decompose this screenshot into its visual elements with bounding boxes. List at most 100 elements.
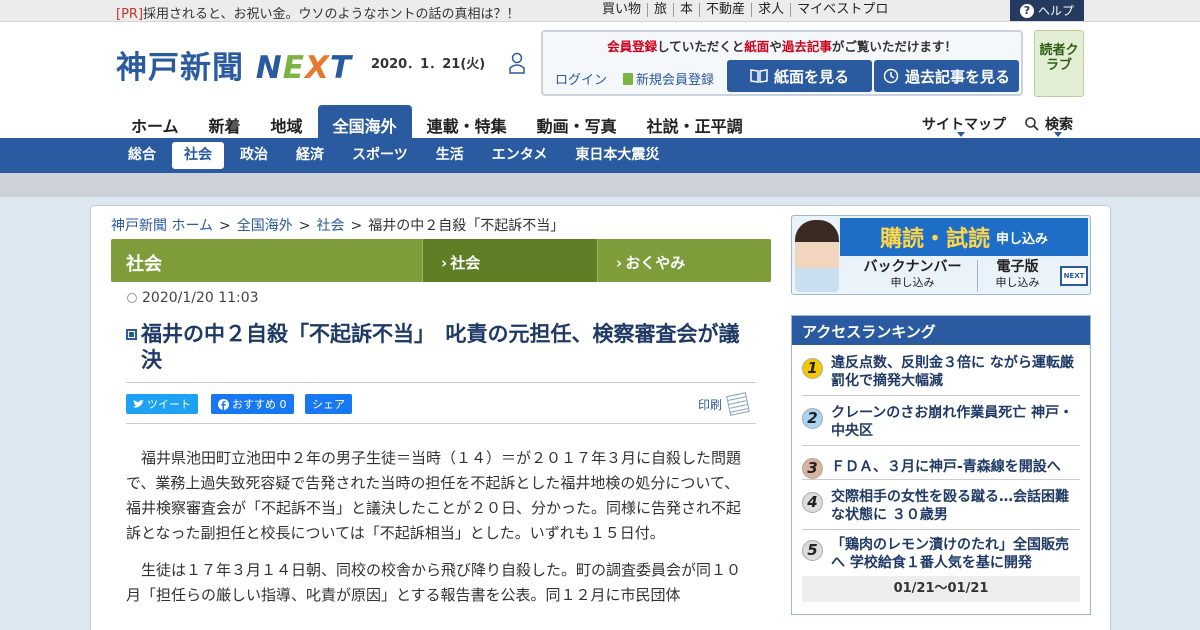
breadcrumb-national[interactable]: 全国海外 (237, 218, 293, 234)
current-date: 2020．1．21(火) (371, 57, 486, 72)
divider (126, 382, 756, 383)
member-message: 会員登録していただくと紙面や過去記事がご覧いただけます！ (607, 39, 957, 54)
main-content: 神戸新聞 ホーム>全国海外>社会>福井の中２自殺「不起訴不当」 社会 社会 おく… (90, 205, 1111, 630)
clock-icon (883, 68, 899, 84)
subnav-life[interactable]: 生活 (424, 142, 476, 169)
register-link[interactable]: 新規会員登録 (623, 69, 714, 88)
digital-edition-link[interactable]: 電子版 申し込み (977, 260, 1057, 292)
divider (126, 423, 756, 424)
reader-club-button[interactable]: 読者クラブ (1034, 30, 1084, 97)
nav-video[interactable]: 動画・写真 (522, 105, 632, 138)
service-link-mybestpro[interactable]: マイベストプロ (790, 3, 894, 17)
breadcrumb-current: 福井の中２自殺「不起訴不当」 (368, 218, 565, 234)
subnav-entertainment[interactable]: エンタメ (480, 142, 560, 169)
logo-next: NEXT (255, 50, 352, 86)
ranking-item[interactable]: 4 交際相手の女性を殴る蹴る…会話困難な状態に ３０歳男 (802, 488, 1080, 530)
subnav-sports[interactable]: スポーツ (340, 142, 420, 169)
tv-icon: NEXT (1060, 266, 1088, 286)
member-box: 会員登録していただくと紙面や過去記事がご覧いただけます！ ログイン 新規会員登録… (541, 30, 1023, 96)
category-bar: 社会 社会 おくやみ (111, 239, 771, 282)
logo-text: 神戸新聞 (116, 50, 244, 86)
bookmark-icon (623, 72, 633, 85)
subnav-earthquake[interactable]: 東日本大震災 (563, 142, 671, 169)
category-title: 社会 (126, 254, 162, 275)
facebook-icon (218, 398, 229, 410)
service-link-travel[interactable]: 旅 (647, 3, 673, 17)
site-header: 神戸新聞 NEXT 2020．1．21(火) 会員登録していただくと紙面や過去記… (0, 22, 1200, 138)
nav-editorial[interactable]: 社説・正平調 (632, 105, 758, 138)
search-label: 検索 (1045, 117, 1073, 133)
subscribe-headline: 購読・試読 申し込み (840, 218, 1088, 256)
ranking-date-range: 01/21～01/21 (802, 576, 1080, 602)
article-paragraph: 福井県池田町立池田中２年の男子生徒＝当時（１４）＝が２０１７年３月に自殺した問題… (126, 449, 742, 542)
ranking-item[interactable]: 3 ＦＤＡ、３月に神戸-青森線を開設へ (802, 454, 1080, 480)
subnav-economy[interactable]: 経済 (284, 142, 336, 169)
category-tab-society[interactable]: 社会 (422, 239, 597, 282)
service-link-jobs[interactable]: 求人 (751, 3, 790, 17)
nav-home[interactable]: ホーム (116, 105, 194, 138)
ranking-title: アクセスランキング (792, 316, 1090, 345)
article-headline: 福井の中２自殺「不起訴不当」 叱責の元担任、検察審査会が議決 (141, 322, 740, 372)
pr-tag: [PR] (116, 7, 144, 22)
past-articles-button[interactable]: 過去記事を見る (874, 60, 1019, 92)
help-icon: ? (1019, 3, 1034, 18)
headline-marker-icon (126, 329, 137, 340)
search-icon (1025, 117, 1039, 131)
past-articles-label: 過去記事を見る (904, 67, 1010, 86)
print-label: 印刷 (698, 397, 723, 412)
nav-national[interactable]: 全国海外 (317, 105, 412, 138)
nav-new[interactable]: 新着 (194, 105, 256, 138)
global-nav: ホーム 新着 地域 全国海外 連載・特集 動画・写真 社説・正平調 (116, 105, 758, 138)
book-icon (750, 69, 768, 83)
breadcrumb-society[interactable]: 社会 (317, 218, 345, 234)
ranking-item[interactable]: 5 「鶏肉のレモン漬けのたれ」全国販売へ 学校給食１番人気を基に開発 (802, 536, 1080, 574)
sitemap-link[interactable]: サイトマップ (922, 114, 1006, 134)
top-strip: [PR]採用されると、お祝い金。ウソのようなホントの話の真相は？！ 買い物 旅 … (0, 0, 1200, 22)
ranking-item[interactable]: 2 クレーンのさお崩れ作業員死亡 神戸・中央区 (802, 404, 1080, 446)
subnav-general[interactable]: 総合 (116, 142, 168, 169)
article-body: 福井県池田町立池田中２年の男子生徒＝当時（１４）＝が２０１７年３月に自殺した問題… (126, 446, 751, 620)
subnav-politics[interactable]: 政治 (228, 142, 280, 169)
register-label: 新規会員登録 (636, 73, 715, 88)
category-tab-obituary[interactable]: おくやみ (597, 239, 771, 282)
breadcrumb-home[interactable]: 神戸新聞 ホーム (111, 218, 213, 234)
help-label: ヘルプ (1037, 4, 1074, 18)
pr-text: 採用されると、お祝い金。ウソのようなホントの話の真相は？！ (143, 7, 520, 22)
clock-icon (127, 293, 137, 303)
ad-band (0, 173, 1200, 197)
access-ranking: アクセスランキング 1 違反点数、反則金３倍に ながら運転厳罰化で摘発大幅減 2ク… (791, 315, 1091, 615)
subnav-society[interactable]: 社会 (172, 142, 224, 169)
user-icon[interactable] (508, 52, 526, 74)
tweet-label: ツイート (147, 398, 191, 411)
facebook-recommend-label: おすすめ 0 (232, 398, 287, 411)
backnumber-link[interactable]: バックナンバー 申し込み (850, 260, 975, 292)
facebook-recommend-button[interactable]: おすすめ 0 (211, 394, 294, 414)
service-link-shopping[interactable]: 買い物 (596, 3, 647, 17)
service-links: 買い物 旅 本 不動産 求人 マイベストプロ (596, 3, 894, 17)
print-icon (726, 392, 750, 416)
nav-region[interactable]: 地域 (256, 105, 318, 138)
ad-model-image (795, 220, 839, 292)
help-button[interactable]: ? ヘルプ (1010, 0, 1084, 21)
pr-link[interactable]: [PR]採用されると、お祝い金。ウソのようなホントの話の真相は？！ (116, 3, 520, 22)
article-paragraph: 生徒は１７年３月１４日朝、同校の校舎から飛び降り自殺した。町の調査委員会が同１０… (126, 561, 742, 604)
tweet-button[interactable]: ツイート (126, 394, 198, 414)
nav-features[interactable]: 連載・特集 (412, 105, 522, 138)
sub-nav: 総合 社会 政治 経済 スポーツ 生活 エンタメ 東日本大震災 (0, 138, 1200, 173)
sitemap-caret-icon (957, 132, 965, 137)
service-link-realestate[interactable]: 不動産 (699, 3, 751, 17)
view-paper-label: 紙面を見る (773, 67, 849, 86)
site-logo[interactable]: 神戸新聞 NEXT (116, 42, 352, 87)
twitter-icon (133, 399, 144, 408)
service-link-books[interactable]: 本 (673, 3, 699, 17)
login-link[interactable]: ログイン (555, 69, 607, 88)
facebook-share-button[interactable]: シェア (305, 394, 352, 414)
breadcrumb: 神戸新聞 ホーム > 全国海外 > 社会 > 福井の中２自殺「不起訴不当」 (111, 218, 565, 234)
search-caret-icon (1054, 132, 1062, 137)
ranking-item[interactable]: 1 違反点数、反則金３倍に ながら運転厳罰化で摘発大幅減 (802, 354, 1080, 396)
article-timestamp: 2020/1/20 11:03 (127, 290, 259, 306)
view-paper-button[interactable]: 紙面を見る (727, 60, 872, 92)
subscription-banner[interactable]: 購読・試読 申し込み バックナンバー 申し込み 電子版 申し込み NEXT (791, 215, 1091, 295)
search-button[interactable]: 検索 (1025, 114, 1073, 134)
print-button[interactable]: 印刷 (698, 392, 750, 416)
